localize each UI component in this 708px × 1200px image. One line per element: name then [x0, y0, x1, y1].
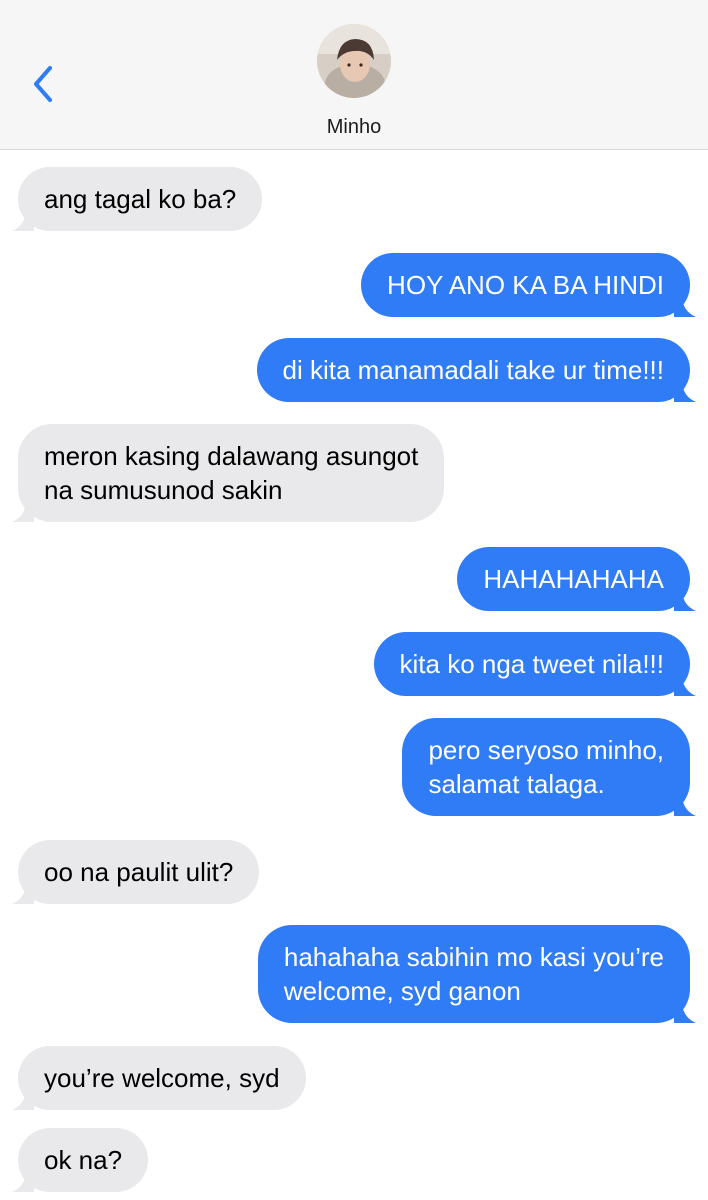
message-bubble-outgoing[interactable]: hahahaha sabihin mo kasi you’re welcome,…: [257, 925, 696, 1023]
message-bubble-outgoing[interactable]: HOY ANO KA BA HINDI: [361, 253, 696, 317]
message-text-line: welcome, syd ganon: [283, 976, 521, 1006]
message-text-line: na sumusunod sakin: [44, 475, 283, 505]
message-bubble-outgoing[interactable]: di kita manamadali take ur time!!!: [256, 338, 696, 402]
message-bubble-outgoing[interactable]: HAHAHAHAHA: [457, 547, 696, 611]
message-bubble-outgoing[interactable]: pero seryoso minho, salamat talaga.: [402, 718, 696, 816]
message-bubble-incoming[interactable]: ok na?: [12, 1128, 149, 1192]
message-text: ang tagal ko ba?: [44, 184, 237, 214]
conversation-header: Minho: [0, 0, 708, 150]
message-bubble-outgoing[interactable]: kita ko nga tweet nila!!!: [373, 632, 696, 696]
message-text: HAHAHAHAHA: [483, 564, 664, 594]
message-bubble-incoming[interactable]: meron kasing dalawang asungot na sumusun…: [12, 424, 445, 522]
contact-avatar[interactable]: [317, 24, 391, 98]
message-text-line: meron kasing dalawang asungot: [44, 441, 419, 471]
message-text: you’re welcome, syd: [44, 1063, 280, 1093]
message-text: di kita manamadali take ur time!!!: [282, 355, 665, 385]
message-bubble-incoming[interactable]: oo na paulit ulit?: [12, 840, 260, 904]
message-text-line: hahahaha sabihin mo kasi you’re: [283, 942, 664, 972]
message-thread: ang tagal ko ba? HOY ANO KA BA HINDI di …: [0, 150, 708, 1200]
message-bubble-incoming[interactable]: you’re welcome, syd: [12, 1046, 306, 1110]
message-text: oo na paulit ulit?: [44, 857, 234, 887]
message-bubble-incoming[interactable]: ang tagal ko ba?: [12, 167, 263, 231]
message-text: ok na?: [44, 1145, 123, 1175]
message-text-line: salamat talaga.: [428, 769, 605, 799]
message-text: kita ko nga tweet nila!!!: [399, 649, 664, 679]
chevron-left-icon[interactable]: [22, 58, 66, 110]
message-text-line: pero seryoso minho,: [428, 735, 664, 765]
message-text: HOY ANO KA BA HINDI: [387, 270, 664, 300]
contact-name[interactable]: Minho: [0, 116, 708, 139]
